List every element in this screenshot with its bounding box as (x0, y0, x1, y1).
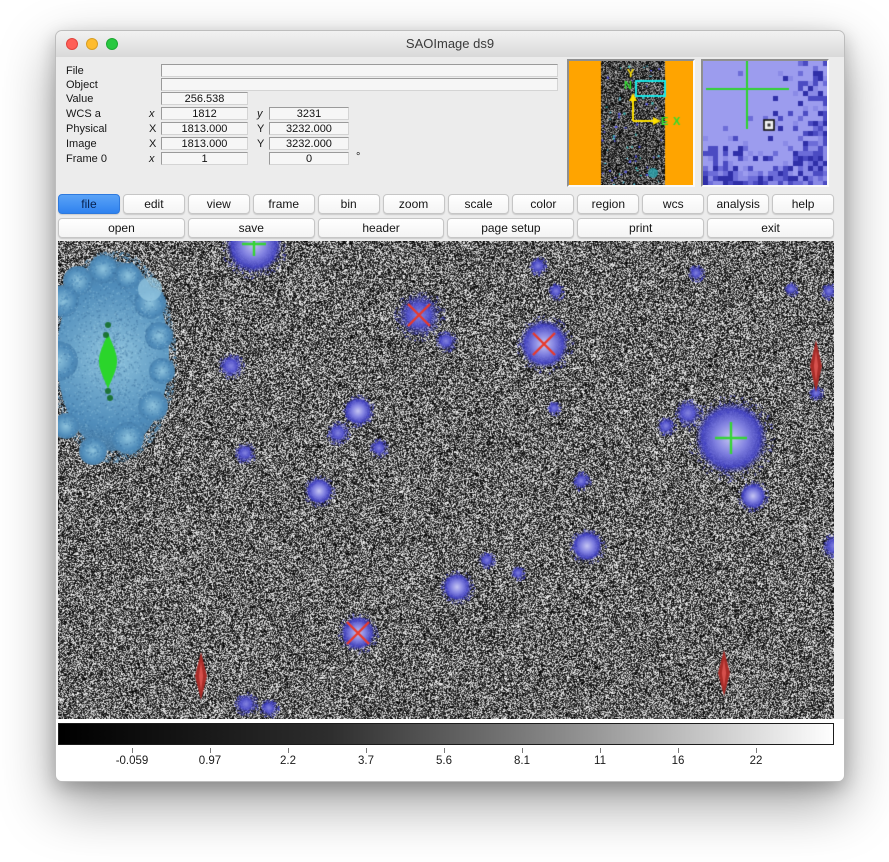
colorbar-tick-label: 5.6 (436, 755, 452, 767)
panner-canvas[interactable] (569, 61, 693, 185)
colorbar-ticks: -0.059 0.97 2.2 3.7 5.6 8.1 11 16 22 (58, 746, 834, 780)
colorbar-tick-label: 16 (672, 755, 685, 767)
colorbar-tick-label: 22 (750, 755, 763, 767)
physical-y-label: Y (257, 123, 264, 135)
value-label: Value (66, 93, 93, 105)
frame-zoom-field[interactable] (161, 152, 248, 165)
menu-color[interactable]: color (512, 194, 574, 214)
info-row-value: Value (56, 92, 566, 106)
object-label: Object (66, 79, 98, 91)
image-y-field[interactable] (269, 137, 349, 150)
info-row-image: Image X Y (56, 137, 566, 151)
colorbar-tick-label: 3.7 (358, 755, 374, 767)
menu-bar: fileeditviewframebinzoomscalecolorregion… (58, 194, 834, 214)
menu-header[interactable]: header (318, 218, 445, 238)
colorbar-tick (132, 748, 133, 753)
sky-image-canvas[interactable] (58, 241, 834, 719)
panner-panel[interactable] (567, 59, 695, 187)
menu-file[interactable]: file (58, 194, 120, 214)
colorbar-tick (210, 748, 211, 753)
image-display[interactable] (58, 241, 834, 719)
menu-wcs[interactable]: wcs (642, 194, 704, 214)
menu-frame[interactable]: frame (253, 194, 315, 214)
menu-view[interactable]: view (188, 194, 250, 214)
menu-print[interactable]: print (577, 218, 704, 238)
wcs-y-field[interactable] (269, 107, 349, 120)
info-row-frame: Frame 0 x ° (56, 152, 566, 166)
frame-label: Frame 0 (66, 153, 107, 165)
colorbar-tick-label: 8.1 (514, 755, 530, 767)
magnifier-panel (701, 59, 829, 187)
colorbar-tick-label: 11 (594, 755, 606, 767)
colorbar-tick (600, 748, 601, 753)
colorbar-tick (678, 748, 679, 753)
colorbar-tick-label: 0.97 (199, 755, 221, 767)
menu-help[interactable]: help (772, 194, 834, 214)
colorbar-tick (366, 748, 367, 753)
physical-y-field[interactable] (269, 122, 349, 135)
menu-scale[interactable]: scale (448, 194, 510, 214)
physical-x-label: X (149, 123, 156, 135)
menu-save[interactable]: save (188, 218, 315, 238)
window-title: SAOImage ds9 (56, 36, 844, 51)
colorbar-tick (522, 748, 523, 753)
menu-bin[interactable]: bin (318, 194, 380, 214)
colorbar-tick (288, 748, 289, 753)
colorbar-zone: -0.059 0.97 2.2 3.7 5.6 8.1 11 16 22 (56, 719, 845, 782)
image-y-label: Y (257, 138, 264, 150)
info-row-physical: Physical X Y (56, 122, 566, 136)
info-panel: File Object Value WCS a x y Physical X (56, 57, 844, 191)
colorbar[interactable] (58, 723, 834, 745)
frame-rotate-field[interactable] (269, 152, 349, 165)
physical-label: Physical (66, 123, 107, 135)
wcs-x-field[interactable] (161, 107, 248, 120)
colorbar-tick-label: 2.2 (280, 755, 296, 767)
menu-open[interactable]: open (58, 218, 185, 238)
info-row-wcs: WCS a x y (56, 107, 566, 121)
menu-zoom[interactable]: zoom (383, 194, 445, 214)
image-x-label: X (149, 138, 156, 150)
wcs-x-label: x (149, 108, 155, 120)
menu-region[interactable]: region (577, 194, 639, 214)
menu-analysis[interactable]: analysis (707, 194, 769, 214)
object-field[interactable] (161, 78, 558, 91)
colorbar-tick (756, 748, 757, 753)
file-submenu-bar: opensaveheaderpage setupprintexit (58, 218, 834, 238)
desktop: SAOImage ds9 File Object Value WCS a x y (0, 0, 889, 862)
value-field[interactable] (161, 92, 248, 105)
wcs-y-label: y (257, 108, 263, 120)
image-label: Image (66, 138, 97, 150)
file-field[interactable] (161, 64, 558, 77)
image-x-field[interactable] (161, 137, 248, 150)
info-row-file: File (56, 64, 566, 78)
file-label: File (66, 65, 84, 77)
menu-page-setup[interactable]: page setup (447, 218, 574, 238)
frame-x-label: x (149, 153, 155, 165)
title-bar[interactable]: SAOImage ds9 (56, 31, 844, 58)
colorbar-tick-label: -0.059 (116, 755, 149, 767)
degree-label: ° (356, 151, 360, 163)
menu-exit[interactable]: exit (707, 218, 834, 238)
ds9-window: SAOImage ds9 File Object Value WCS a x y (55, 30, 845, 782)
magnifier-canvas (703, 61, 827, 185)
menu-edit[interactable]: edit (123, 194, 185, 214)
info-row-object: Object (56, 78, 566, 92)
physical-x-field[interactable] (161, 122, 248, 135)
wcs-label: WCS a (66, 108, 101, 120)
colorbar-tick (444, 748, 445, 753)
